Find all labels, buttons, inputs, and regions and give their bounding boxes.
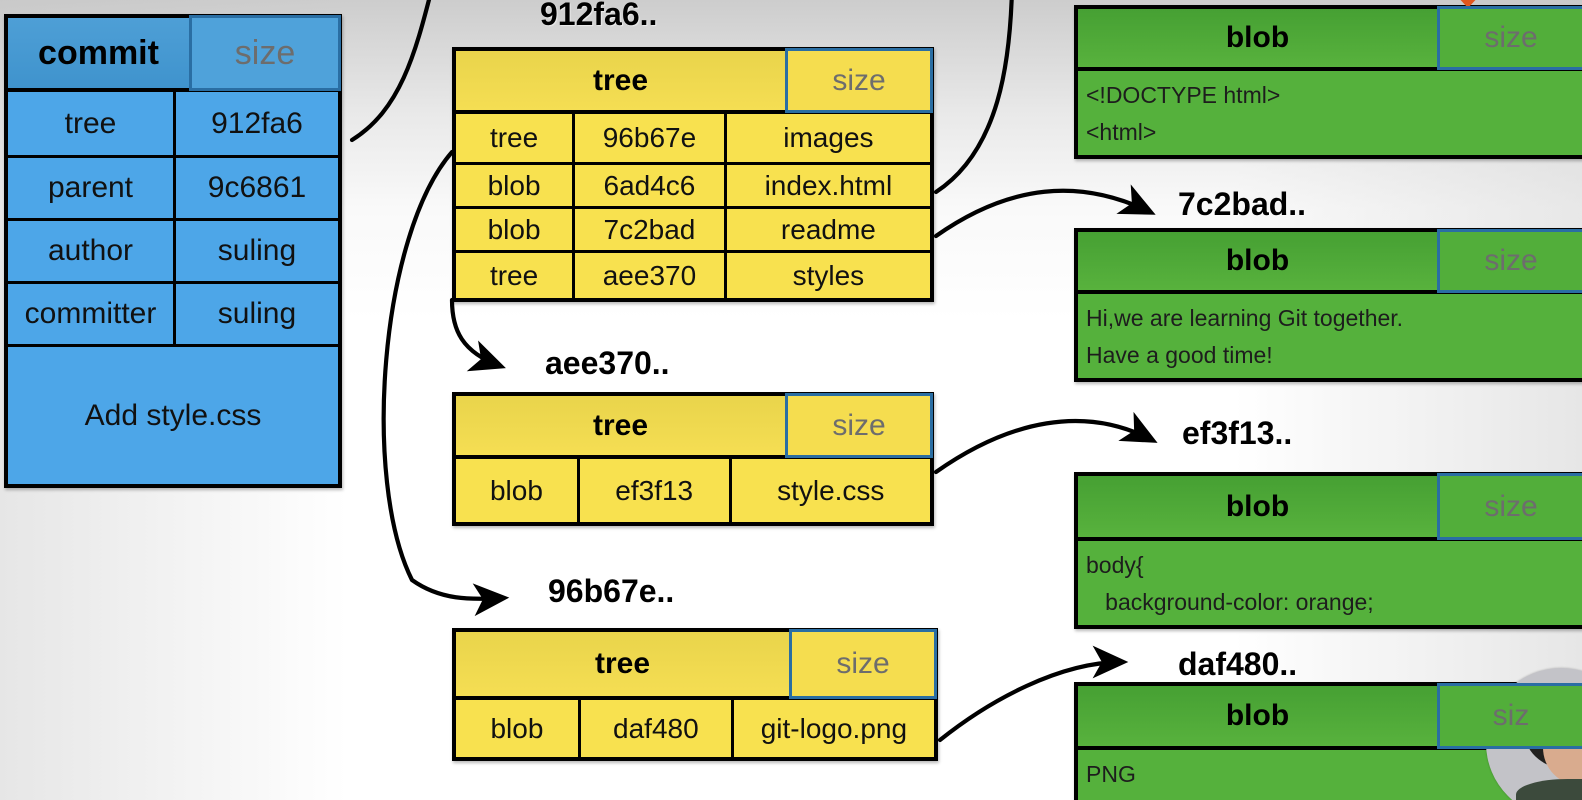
commit-field-key: committer: [24, 297, 157, 330]
commit-field-value: 9c6861: [173, 158, 338, 218]
blob-content-line: <!DOCTYPE html>: [1086, 82, 1281, 108]
caption-tree-aee370: aee370..: [545, 345, 670, 381]
commit-field-rows: tree 912fa6 parent 9c6861 author suling …: [8, 92, 338, 484]
commit-message: Add style.css: [84, 398, 262, 432]
tree-entry-mode: blob: [489, 474, 543, 506]
blob-content-line: Hi,we are learning Git together.: [1086, 305, 1404, 331]
commit-header-row: commit size: [8, 15, 341, 92]
tree-header-row: tree size: [456, 393, 933, 459]
commit-row-committer: committer suling: [8, 281, 338, 344]
blob-size-cell: size: [1437, 473, 1582, 540]
blob-content-line: background-color: orange;: [1086, 589, 1374, 615]
tree-entry-hash: 96b67e: [572, 114, 724, 162]
tree-entry-mode: blob: [490, 712, 544, 744]
tree-entry-rows: blob daf480 git-logo.png: [456, 700, 934, 757]
caption-tree-912fa6: 912fa6..: [540, 0, 658, 32]
tree-entry-mode: tree: [489, 259, 539, 291]
commit-field-value: 912fa6: [173, 92, 338, 155]
blob-type-label: blob: [1225, 21, 1290, 54]
tree-entry-mode: blob: [487, 213, 541, 245]
tree-entry-hash: 6ad4c6: [572, 165, 724, 206]
blob-size-cell: size: [1437, 229, 1582, 293]
tree-entry-name: style.css: [728, 459, 930, 522]
tree-size-cell: size: [785, 48, 933, 113]
commit-type-label: commit: [38, 33, 159, 72]
tree-entry-hash: daf480: [577, 700, 731, 757]
blob-content: body{ background-color: orange;: [1078, 541, 1582, 625]
tree-entry-row: tree aee370 styles: [456, 250, 930, 298]
blob-object-box-7c2bad: blob size Hi,we are learning Git togethe…: [1074, 228, 1582, 382]
blob-size-cell: siz: [1437, 683, 1582, 749]
commit-row-parent: parent 9c6861: [8, 155, 338, 218]
tree-entry-row: blob 7c2bad readme: [456, 206, 930, 250]
tree-entry-row: tree 96b67e images: [456, 114, 930, 162]
tree-object-box-aee370: tree size blob ef3f13 style.css: [452, 392, 934, 526]
tree-entry-name: images: [723, 114, 930, 162]
commit-field-key: author: [47, 234, 134, 267]
tree-entry-name: git-logo.png: [730, 700, 934, 757]
blob-object-box-ef3f13: blob size body{ background-color: orange…: [1074, 472, 1582, 629]
blob-header-row: blob size: [1078, 473, 1582, 541]
tree-entry-hash: aee370: [572, 253, 724, 298]
arrow-912fa6-to-blob-6ad4c6: [933, 0, 1014, 195]
tree-entry-rows: tree 96b67e images blob 6ad4c6 index.htm…: [456, 114, 930, 298]
caption-tree-96b67e: 96b67e..: [548, 573, 675, 609]
commit-field-value: suling: [173, 284, 338, 344]
tree-entry-name: styles: [723, 253, 930, 298]
tree-type-label: tree: [594, 647, 651, 680]
commit-size-cell: size: [189, 15, 341, 91]
commit-row-tree: tree 912fa6: [8, 92, 338, 155]
tree-entry-mode: blob: [487, 169, 541, 201]
caption-blob-daf480: daf480..: [1178, 646, 1298, 682]
caption-blob-7c2bad: 7c2bad..: [1178, 186, 1307, 222]
commit-message-row: Add style.css: [8, 344, 338, 484]
commit-field-key: parent: [47, 171, 134, 204]
blob-content-line: <html>: [1086, 119, 1157, 145]
webcam-body: [1516, 779, 1582, 800]
arrow-aee370-to-blob-ef3f13: [933, 411, 1158, 475]
tree-entry-hash: ef3f13: [576, 459, 729, 522]
tree-entry-hash: 7c2bad: [572, 209, 724, 250]
tree-type-label: tree: [592, 63, 649, 97]
tree-type-label: tree: [592, 408, 649, 442]
blob-type-label: blob: [1225, 489, 1290, 523]
blob-content: Hi,we are learning Git together. Have a …: [1078, 294, 1582, 378]
tree-entry-mode: tree: [489, 122, 539, 153]
blob-header-row: blob size: [1078, 6, 1582, 71]
commit-field-value: suling: [173, 221, 338, 281]
commit-object-box: commit size tree 912fa6 parent 9c6861 au…: [4, 14, 342, 488]
blob-content: <!DOCTYPE html> <html>: [1078, 71, 1582, 155]
tree-header-row: tree size: [456, 629, 937, 700]
tree-header-row: tree size: [456, 48, 933, 114]
arrow-commit-to-tree-912fa6: [349, 0, 432, 143]
git-object-diagram-slide: commit size tree 912fa6 parent 9c6861 au…: [0, 0, 1582, 800]
commit-field-key: tree: [64, 106, 117, 140]
tree-entry-name: index.html: [723, 165, 930, 206]
tree-entry-row: blob ef3f13 style.css: [456, 459, 930, 522]
blob-object-box-6ad4c6: blob size <!DOCTYPE html> <html>: [1074, 5, 1582, 159]
tree-size-cell: size: [785, 393, 933, 458]
blob-content-line: Have a good time!: [1086, 342, 1273, 368]
blob-type-label: blob: [1225, 244, 1290, 277]
blob-header-row: blob size: [1078, 229, 1582, 294]
tree-entry-row: blob 6ad4c6 index.html: [456, 162, 930, 206]
tree-object-box-96b67e: tree size blob daf480 git-logo.png: [452, 628, 938, 761]
tree-object-box-912fa6: tree size tree 96b67e images blob 6ad4c6…: [452, 47, 934, 302]
blob-size-cell: size: [1437, 6, 1582, 70]
blob-type-label: blob: [1225, 699, 1290, 732]
blob-content-line: body{: [1086, 552, 1144, 578]
tree-size-cell: size: [789, 629, 937, 699]
blob-header-row: blob siz: [1078, 683, 1582, 750]
tree-entry-row: blob daf480 git-logo.png: [456, 700, 934, 757]
caption-blob-ef3f13: ef3f13..: [1182, 415, 1293, 451]
arrow-912fa6-to-aee370: [449, 297, 506, 372]
tree-entry-name: readme: [723, 209, 930, 250]
tree-entry-rows: blob ef3f13 style.css: [456, 459, 930, 522]
commit-row-author: author suling: [8, 218, 338, 281]
